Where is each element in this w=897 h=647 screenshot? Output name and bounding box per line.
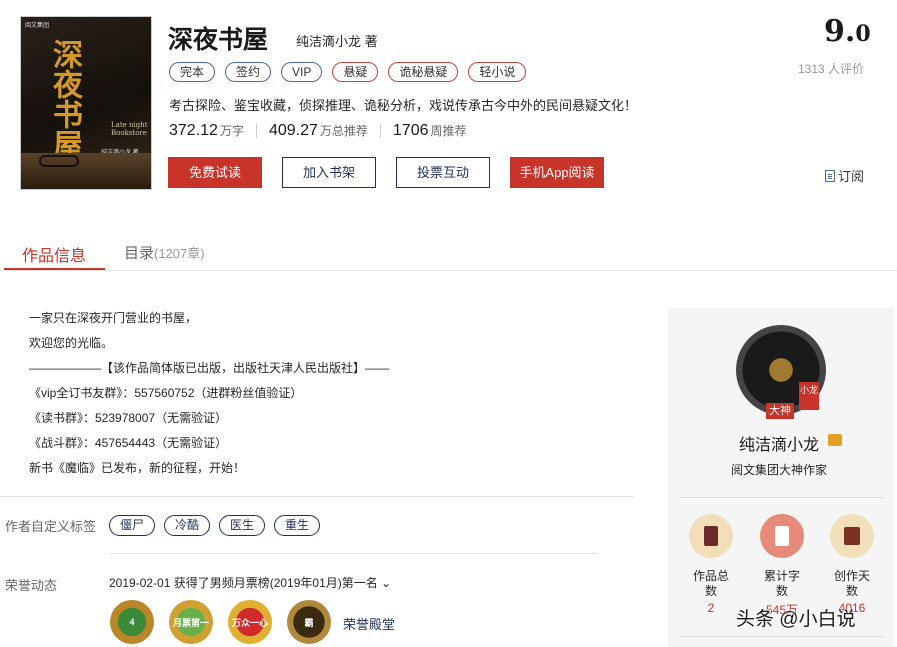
- app-read-button[interactable]: 手机App阅读: [510, 157, 604, 188]
- honor-text: 2019-02-01 获得了男频月票榜(2019年01月)第一名: [109, 576, 378, 590]
- description-line: 欢迎您的光临。: [29, 336, 114, 350]
- book-icon: [689, 514, 733, 558]
- honor-dropdown[interactable]: 2019-02-01 获得了男频月票榜(2019年01月)第一名 ⌄: [109, 574, 391, 591]
- rating-count[interactable]: 1313 人评价: [798, 60, 864, 77]
- description-line: 《读书群》：523978007（无需验证）: [29, 411, 228, 425]
- watermark: 头条 @小白说: [736, 609, 856, 630]
- author-level-tag: 大神: [766, 403, 794, 419]
- word-count: 372.12: [169, 122, 218, 139]
- weekly-recommend: 1706: [392, 122, 429, 139]
- avatar-badge: 小龙: [799, 382, 819, 410]
- book-author[interactable]: 纯洁滴小龙 著: [296, 31, 378, 50]
- writing-days-stat[interactable]: 创作天数 4016: [822, 514, 882, 615]
- stat-label: 累计字数: [763, 569, 800, 598]
- author-tag[interactable]: 冷酷: [164, 515, 211, 536]
- cover-english-title: Late night Bookstore: [111, 121, 148, 137]
- author-tags-label: 作者自定义标签: [5, 519, 97, 534]
- author-card-divider: [679, 636, 884, 637]
- section-divider: [108, 553, 598, 554]
- total-recommend: 409.27: [268, 122, 318, 139]
- stat-label: 作品总数: [692, 569, 729, 598]
- coffee-icon: [830, 514, 874, 558]
- tag-signed[interactable]: 签约: [225, 62, 272, 82]
- stat-value: 2: [707, 601, 715, 615]
- section-divider: [0, 496, 634, 497]
- rating-score: 9.0: [824, 14, 871, 49]
- add-to-shelf-button[interactable]: 加入书架: [282, 157, 376, 188]
- free-read-button[interactable]: 免费试读: [168, 157, 262, 188]
- author-card-divider: [679, 497, 884, 498]
- crown-icon: [828, 434, 842, 446]
- author-card-title: 阅文集团大神作家: [731, 463, 828, 477]
- book-title: 深夜书屋: [168, 26, 269, 54]
- total-recommend-unit: 万总推荐: [319, 124, 368, 138]
- book-intro: 考古探险、鉴宝收藏，侦探推理、诡秘分析，戏说传承古今中外的民间悬疑文化！: [169, 98, 638, 113]
- subscribe-link[interactable]: 订阅: [825, 166, 864, 185]
- honor-medals: 4 月票第一 万众一心 霸: [110, 600, 331, 644]
- total-words-stat[interactable]: 累计字数 545万: [752, 514, 812, 618]
- document-icon: [760, 514, 804, 558]
- weekly-recommend-unit: 周推荐: [430, 124, 467, 138]
- description-line: ——————【该作品简体版已出版，出版社天津人民出版社】——: [29, 361, 390, 375]
- stat-divider: [379, 124, 381, 138]
- action-buttons: 免费试读 加入书架 投票互动 手机App阅读: [168, 157, 604, 188]
- score-decimal: 0: [855, 21, 871, 47]
- book-description: 一家只在深夜开门营业的书屋， 欢迎您的光临。 ——————【该作品简体版已出版，…: [29, 306, 389, 481]
- vote-button[interactable]: 投票互动: [396, 157, 490, 188]
- works-count-stat[interactable]: 作品总数 2: [681, 514, 741, 615]
- book-stats: 372.12 万字 409.27 万总推荐 1706 周推荐: [169, 122, 467, 140]
- cover-title: 深夜书屋: [47, 39, 82, 159]
- description-line: 《战斗群》：457654443（无需验证）: [29, 436, 228, 450]
- book-tags: 完本 签约 VIP 悬疑 诡秘悬疑 轻小说: [169, 62, 527, 82]
- cover-logo: 阅文集团: [25, 23, 50, 29]
- tab-book-info[interactable]: 作品信息: [22, 242, 86, 266]
- glasses-icon: [39, 155, 79, 167]
- word-count-unit: 万字: [219, 124, 244, 138]
- tag-vip[interactable]: VIP: [281, 62, 323, 82]
- tab-toc[interactable]: 目录(1207章): [124, 242, 205, 263]
- description-line: 新书《魔临》已发布，新的征程，开始！: [29, 461, 246, 475]
- honor-label: 荣誉动态: [5, 578, 58, 593]
- medal-icon[interactable]: 霸: [287, 600, 331, 644]
- tag-light-novel[interactable]: 轻小说: [468, 62, 527, 82]
- tab-toc-label: 目录: [124, 245, 155, 262]
- subscribe-label: 订阅: [838, 169, 865, 184]
- author-card-name[interactable]: 纯洁滴小龙: [739, 431, 819, 455]
- medal-icon[interactable]: 万众一心: [228, 600, 272, 644]
- tag-mystery[interactable]: 诡秘悬疑: [388, 62, 459, 82]
- author-suffix: 著: [364, 34, 378, 49]
- stat-label: 创作天数: [833, 569, 870, 598]
- tag-suspense[interactable]: 悬疑: [332, 62, 379, 82]
- tab-toc-count: (1207章): [154, 246, 205, 261]
- author-tag[interactable]: 医生: [219, 515, 266, 536]
- author-tag[interactable]: 重生: [274, 515, 321, 536]
- tag-finished[interactable]: 完本: [169, 62, 216, 82]
- description-line: 一家只在深夜开门营业的书屋，: [29, 311, 198, 325]
- tab-bar-divider: [0, 270, 897, 271]
- medal-icon[interactable]: 月票第一: [169, 600, 213, 644]
- author-tags: 僵尸 冷酷 医生 重生: [109, 515, 321, 536]
- author-name-link[interactable]: 纯洁滴小龙: [296, 34, 361, 49]
- chevron-down-icon: ⌄: [381, 576, 392, 590]
- document-icon: [825, 169, 835, 182]
- book-cover[interactable]: 阅文集团 深夜书屋 Late night Bookstore 纯洁滴小龙 著: [20, 16, 152, 190]
- author-tag[interactable]: 僵尸: [109, 515, 156, 536]
- honor-hall-link[interactable]: 荣誉殿堂: [343, 614, 395, 633]
- stat-divider: [255, 124, 257, 138]
- description-line: 《vip全订书友群》：557560752（进群粉丝值验证）: [29, 386, 303, 400]
- medal-icon[interactable]: 4: [110, 600, 154, 644]
- score-int: 9.: [824, 14, 856, 49]
